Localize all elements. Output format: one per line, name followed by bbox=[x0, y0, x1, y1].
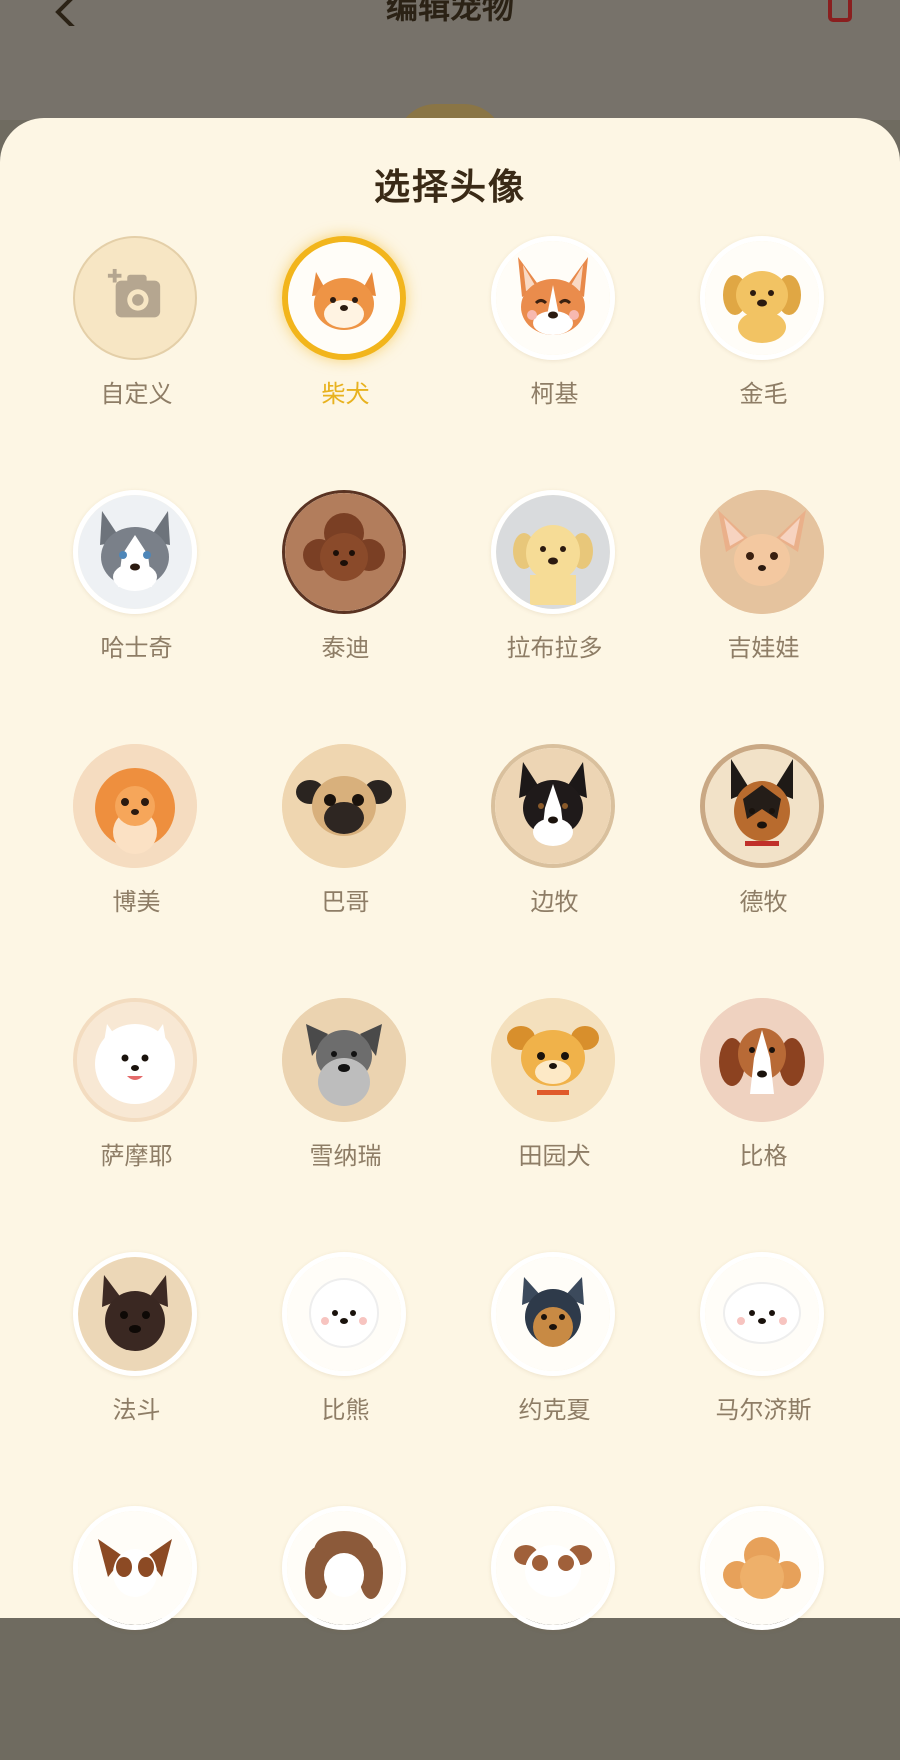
avatar-label: 田园犬 bbox=[518, 1142, 591, 1170]
schnauzer-icon bbox=[282, 998, 406, 1122]
avatar-label: 拉布拉多 bbox=[506, 634, 603, 662]
poodle-icon bbox=[700, 1506, 824, 1630]
avatar-option-labrador[interactable]: 拉布拉多 bbox=[450, 490, 659, 744]
avatar-label: 雪纳瑞 bbox=[309, 1142, 382, 1170]
maltese-icon bbox=[700, 1252, 824, 1376]
avatar-label: 吉娃娃 bbox=[727, 634, 800, 662]
golden-retriever-icon bbox=[700, 236, 824, 360]
avatar-label: 巴哥 bbox=[321, 888, 370, 916]
avatar-option-yorkshire[interactable]: 约克夏 bbox=[450, 1252, 659, 1506]
bulldog-icon bbox=[491, 1506, 615, 1630]
avatar-option-teddy[interactable]: 泰迪 bbox=[241, 490, 450, 744]
delete-icon[interactable] bbox=[826, 0, 854, 22]
papillon-icon bbox=[73, 1506, 197, 1630]
corgi-icon bbox=[491, 236, 615, 360]
avatar-option-papillon[interactable] bbox=[32, 1506, 241, 1760]
avatar-option-poodle[interactable] bbox=[659, 1506, 868, 1760]
german-shepherd-icon bbox=[700, 744, 824, 868]
avatar-option-shih-tzu[interactable] bbox=[241, 1506, 450, 1760]
avatar-option-bulldog[interactable] bbox=[450, 1506, 659, 1760]
avatar-label: 柴犬 bbox=[321, 380, 370, 408]
avatar-option-custom[interactable]: 自定义 bbox=[32, 236, 241, 490]
avatar-option-maltese[interactable]: 马尔济斯 bbox=[659, 1252, 868, 1506]
avatar-label: 比熊 bbox=[321, 1396, 370, 1424]
avatar-option-french-bulldog[interactable]: 法斗 bbox=[32, 1252, 241, 1506]
avatar-option-bichon[interactable]: 比熊 bbox=[241, 1252, 450, 1506]
avatar-option-german-shepherd[interactable]: 德牧 bbox=[659, 744, 868, 998]
avatar-option-pomeranian[interactable]: 博美 bbox=[32, 744, 241, 998]
avatar-label: 自定义 bbox=[100, 380, 173, 408]
avatar-label: 萨摩耶 bbox=[100, 1142, 173, 1170]
avatar-option-shiba[interactable]: 柴犬 bbox=[241, 236, 450, 490]
avatar-option-husky[interactable]: 哈士奇 bbox=[32, 490, 241, 744]
labrador-icon bbox=[491, 490, 615, 614]
avatar-option-pug[interactable]: 巴哥 bbox=[241, 744, 450, 998]
app-header: 编辑宠物 bbox=[0, 0, 900, 144]
shih-tzu-icon bbox=[282, 1506, 406, 1630]
avatar-option-chihuahua[interactable]: 吉娃娃 bbox=[659, 490, 868, 744]
avatar-label: 比格 bbox=[739, 1142, 788, 1170]
samoyed-icon bbox=[73, 998, 197, 1122]
avatar-label: 柯基 bbox=[530, 380, 579, 408]
avatar-option-corgi[interactable]: 柯基 bbox=[450, 236, 659, 490]
avatar-label: 边牧 bbox=[530, 888, 579, 916]
avatar-label: 约克夏 bbox=[518, 1396, 591, 1424]
chihuahua-icon bbox=[700, 490, 824, 614]
avatar-option-golden[interactable]: 金毛 bbox=[659, 236, 868, 490]
avatar-option-samoyed[interactable]: 萨摩耶 bbox=[32, 998, 241, 1252]
rural-dog-icon bbox=[491, 998, 615, 1122]
avatar-label: 哈士奇 bbox=[100, 634, 173, 662]
beagle-icon bbox=[700, 998, 824, 1122]
avatar-option-chinese-rural-dog[interactable]: 田园犬 bbox=[450, 998, 659, 1252]
teddy-poodle-icon bbox=[282, 490, 406, 614]
avatar-label: 德牧 bbox=[739, 888, 788, 916]
sheet-title: 选择头像 bbox=[373, 167, 526, 208]
avatar-label: 马尔济斯 bbox=[715, 1396, 812, 1424]
yorkshire-terrier-icon bbox=[491, 1252, 615, 1376]
avatar-option-schnauzer[interactable]: 雪纳瑞 bbox=[241, 998, 450, 1252]
avatar-label: 泰迪 bbox=[321, 634, 370, 662]
page-title: 编辑宠物 bbox=[385, 0, 514, 26]
french-bulldog-icon bbox=[73, 1252, 197, 1376]
pomeranian-icon bbox=[73, 744, 197, 868]
avatar-label: 金毛 bbox=[739, 380, 788, 408]
avatar-option-beagle[interactable]: 比格 bbox=[659, 998, 868, 1252]
pug-icon bbox=[282, 744, 406, 868]
avatar-grid: 自定义 柴犬 柯基 金毛 哈士奇 泰迪 拉布拉多 吉娃娃 博美 巴哥 边牧 德牧… bbox=[0, 236, 900, 1760]
bichon-icon bbox=[282, 1252, 406, 1376]
avatar-picker-sheet: 选择头像 自定义 柴犬 柯基 金毛 哈士奇 泰迪 拉布拉多 吉娃娃 博美 巴哥 … bbox=[0, 118, 900, 1630]
shiba-icon bbox=[282, 236, 406, 360]
avatar-label: 博美 bbox=[112, 888, 161, 916]
border-collie-icon bbox=[491, 744, 615, 868]
avatar-option-border-collie[interactable]: 边牧 bbox=[450, 744, 659, 998]
add-photo-icon bbox=[73, 236, 197, 360]
husky-icon bbox=[73, 490, 197, 614]
avatar-label: 法斗 bbox=[112, 1396, 161, 1424]
